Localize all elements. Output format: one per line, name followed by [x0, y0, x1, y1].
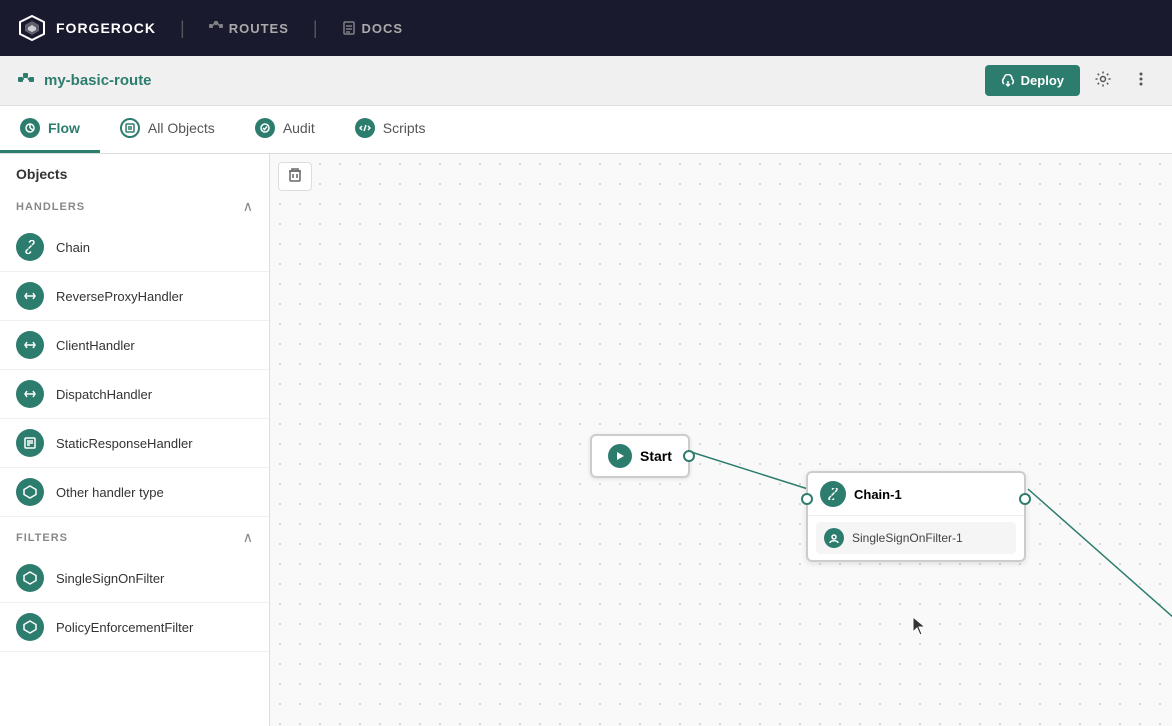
static-response-icon: [16, 429, 44, 457]
sidebar-item-other-handler[interactable]: Other handler type: [0, 468, 269, 517]
docs-icon: [342, 21, 356, 35]
static-response-label: StaticResponseHandler: [56, 436, 193, 451]
audit-tab-icon: [255, 118, 275, 138]
sidebar-item-dispatch-handler[interactable]: DispatchHandler: [0, 370, 269, 419]
sub-header-left: my-basic-route: [16, 71, 152, 91]
sidebar-item-sso-filter[interactable]: SingleSignOnFilter: [0, 554, 269, 603]
settings-button[interactable]: [1088, 64, 1118, 97]
sso-filter-icon: [16, 564, 44, 592]
forgerock-logo-icon: [16, 12, 48, 44]
chain1-right-connector[interactable]: [1019, 493, 1031, 505]
docs-label: DOCS: [362, 21, 404, 36]
cloud-icon: [1001, 74, 1015, 88]
audit-tab-label: Audit: [283, 120, 315, 136]
routes-label: ROUTES: [229, 21, 289, 36]
settings-icon: [1094, 70, 1112, 88]
logo-area: FORGEROCK: [16, 12, 156, 44]
sso-filter-node-icon: [824, 528, 844, 548]
sub-header: my-basic-route Deploy: [0, 56, 1172, 106]
flow-canvas[interactable]: Start Chain-1: [270, 154, 1172, 726]
all-objects-tab-label: All Objects: [148, 120, 215, 136]
sidebar-item-policy-filter[interactable]: PolicyEnforcementFilter: [0, 603, 269, 652]
reverse-proxy-label: ReverseProxyHandler: [56, 289, 183, 304]
sso-filter-label: SingleSignOnFilter: [56, 571, 164, 586]
start-node-label: Start: [640, 448, 672, 464]
cursor-indicator: [912, 616, 928, 641]
handlers-section-header: HANDLERS ∧: [0, 186, 269, 223]
filters-section-header: FILTERS ∧: [0, 517, 269, 554]
start-node-right-connector[interactable]: [683, 450, 695, 462]
routes-icon: [209, 21, 223, 35]
scripts-tab-icon: [355, 118, 375, 138]
other-handler-icon: [16, 478, 44, 506]
chain1-label: Chain-1: [854, 487, 902, 502]
policy-filter-label: PolicyEnforcementFilter: [56, 620, 193, 635]
sidebar-item-client-handler[interactable]: ClientHandler: [0, 321, 269, 370]
chain1-filter-item[interactable]: SingleSignOnFilter-1: [816, 522, 1016, 554]
sidebar: Objects HANDLERS ∧ Chain: [0, 154, 270, 726]
deploy-button[interactable]: Deploy: [985, 65, 1080, 96]
chain-handler-label: Chain: [56, 240, 90, 255]
all-objects-tab-icon: [120, 118, 140, 138]
more-icon: [1132, 70, 1150, 88]
chain-node-1[interactable]: Chain-1 SingleSignOnFilter-1: [806, 471, 1026, 562]
tab-flow[interactable]: Flow: [0, 106, 100, 153]
connections-layer: [270, 154, 1172, 726]
tab-scripts[interactable]: Scripts: [335, 106, 446, 153]
sidebar-item-chain[interactable]: Chain: [0, 223, 269, 272]
logo-text: FORGEROCK: [56, 20, 156, 36]
chain1-icon: [820, 481, 846, 507]
trash-icon: [287, 167, 303, 183]
chain-handler-icon: [16, 233, 44, 261]
canvas-toolbar: [278, 162, 312, 191]
start-node[interactable]: Start: [590, 434, 690, 478]
client-handler-label: ClientHandler: [56, 338, 135, 353]
flow-tab-label: Flow: [48, 120, 80, 136]
nav-routes[interactable]: ROUTES: [209, 21, 289, 36]
sidebar-item-reverse-proxy[interactable]: ReverseProxyHandler: [0, 272, 269, 321]
main-area: Objects HANDLERS ∧ Chain: [0, 154, 1172, 726]
tab-all-objects[interactable]: All Objects: [100, 106, 235, 153]
nav-docs[interactable]: DOCS: [342, 21, 404, 36]
chain1-body: SingleSignOnFilter-1: [808, 516, 1024, 560]
scripts-tab-label: Scripts: [383, 120, 426, 136]
route-name: my-basic-route: [44, 72, 152, 89]
tab-audit[interactable]: Audit: [235, 106, 335, 153]
sub-header-right: Deploy: [985, 64, 1156, 97]
dispatch-handler-label: DispatchHandler: [56, 387, 152, 402]
objects-label: Objects: [0, 154, 269, 186]
start-node-icon: [608, 444, 632, 468]
delete-button[interactable]: [278, 162, 312, 191]
handlers-collapse-button[interactable]: ∧: [243, 198, 253, 215]
reverse-proxy-icon: [16, 282, 44, 310]
nav-divider: |: [180, 18, 185, 39]
policy-filter-icon: [16, 613, 44, 641]
handlers-label: HANDLERS: [16, 201, 85, 213]
nav-divider2: |: [313, 18, 318, 39]
route-icon: [16, 71, 36, 91]
more-options-button[interactable]: [1126, 64, 1156, 97]
tab-bar: Flow All Objects Audit Scr: [0, 106, 1172, 154]
chain1-filter-label: SingleSignOnFilter-1: [852, 531, 963, 545]
other-handler-label: Other handler type: [56, 485, 164, 500]
sidebar-item-static-response[interactable]: StaticResponseHandler: [0, 419, 269, 468]
dispatch-handler-icon: [16, 380, 44, 408]
flow-tab-icon: [20, 118, 40, 138]
chain1-header: Chain-1: [808, 473, 1024, 516]
top-navigation: FORGEROCK | ROUTES | DOCS: [0, 0, 1172, 56]
deploy-label: Deploy: [1021, 73, 1064, 88]
client-handler-icon: [16, 331, 44, 359]
filters-collapse-button[interactable]: ∧: [243, 529, 253, 546]
chain1-left-connector[interactable]: [801, 493, 813, 505]
filters-label: FILTERS: [16, 532, 68, 544]
